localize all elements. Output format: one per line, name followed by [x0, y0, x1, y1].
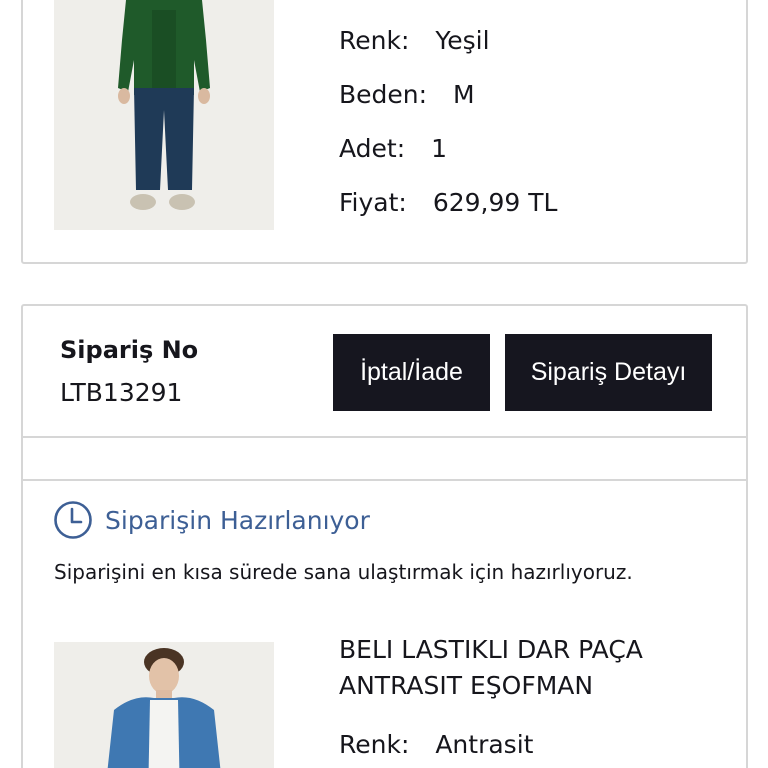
cancel-return-button[interactable]: İptal/İade [333, 334, 490, 411]
clock-icon [54, 501, 92, 539]
order-status: Siparişin Hazırlanıyor [53, 500, 370, 540]
color-value: Yeşil [435, 26, 490, 55]
color-label: Renk: [339, 26, 410, 55]
model-figure [107, 648, 221, 768]
color-value: Antrasit [435, 730, 534, 759]
order-detail-button[interactable]: Sipariş Detayı [505, 334, 712, 411]
color-row: Renk: Yeşil [339, 26, 490, 56]
status-text: Siparişin Hazırlanıyor [105, 505, 370, 535]
quantity-value: 1 [431, 134, 447, 163]
order-no-label: Sipariş No [60, 336, 199, 364]
size-label: Beden: [339, 80, 428, 109]
product-image-green-shirt[interactable] [54, 0, 274, 230]
order-no-value: LTB13291 [60, 378, 183, 407]
divider [23, 436, 746, 438]
size-value: M [453, 80, 475, 109]
model-figure [118, 0, 210, 210]
order-item-card: Renk: Yeşil Beden: M Adet: 1 Fiyat: 629,… [21, 0, 748, 264]
price-row: Fiyat: 629,99 TL [339, 188, 557, 218]
divider [23, 479, 746, 481]
quantity-label: Adet: [339, 134, 406, 163]
status-description: Siparişini en kısa sürede sana ulaştırma… [54, 560, 633, 584]
product-name[interactable]: BELI LASTIKLI DAR PAÇA ANTRASIT EŞOFMAN [339, 632, 719, 704]
product-image-denim-shirt[interactable] [54, 642, 274, 768]
size-row: Beden: M [339, 80, 475, 110]
quantity-row: Adet: 1 [339, 134, 447, 164]
price-value: 629,99 TL [432, 188, 558, 217]
color-row: Renk: Antrasit [339, 730, 533, 760]
order-card: Sipariş No LTB13291 İptal/İade Sipariş D… [21, 304, 748, 768]
price-label: Fiyat: [339, 188, 407, 217]
color-label: Renk: [339, 730, 410, 759]
